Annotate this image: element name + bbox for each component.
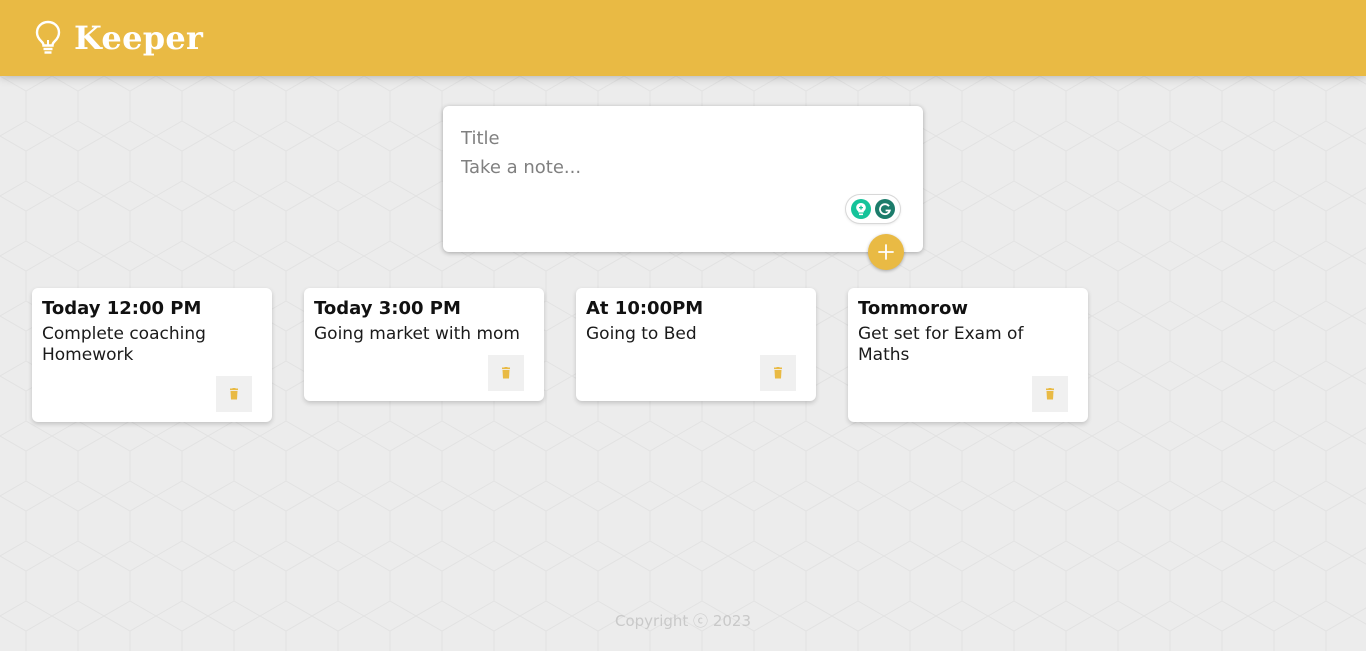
note-title: Today 3:00 PM bbox=[314, 298, 461, 319]
app-title: Keeper bbox=[74, 19, 204, 57]
trash-icon bbox=[1046, 388, 1054, 400]
lightbulb-badge-icon[interactable] bbox=[851, 199, 871, 219]
plus-icon bbox=[878, 244, 894, 260]
note-content-input[interactable] bbox=[461, 157, 901, 217]
title-input[interactable] bbox=[461, 126, 901, 150]
app-header: Keeper bbox=[0, 0, 1366, 76]
note-title: Today 12:00 PM bbox=[42, 298, 202, 319]
note-content: Complete coaching Homework bbox=[42, 324, 206, 365]
lightbulb-icon bbox=[34, 20, 62, 56]
note-content: Going to Bed bbox=[586, 324, 697, 344]
note-content: Going market with mom bbox=[314, 324, 520, 344]
note-content: Get set for Exam of Maths bbox=[858, 324, 1024, 365]
trash-icon bbox=[774, 367, 782, 379]
copyright-text: Copyright ⓒ 2023 bbox=[614, 612, 751, 630]
trash-icon bbox=[502, 367, 510, 379]
grammarly-icon[interactable] bbox=[875, 199, 895, 219]
add-note-button[interactable] bbox=[868, 234, 904, 270]
note-title: Tommorow bbox=[858, 298, 969, 319]
grammarly-widget[interactable] bbox=[846, 195, 900, 223]
delete-note-button[interactable] bbox=[488, 355, 524, 391]
note-card: Today 12:00 PM Complete coaching Homewor… bbox=[32, 288, 272, 422]
trash-icon bbox=[230, 388, 238, 400]
note-card: Tommorow Get set for Exam of Maths bbox=[848, 288, 1088, 422]
delete-note-button[interactable] bbox=[760, 355, 796, 391]
page-footer: Copyright ⓒ 2023 bbox=[0, 610, 1366, 631]
note-card: At 10:00PM Going to Bed bbox=[576, 288, 816, 401]
note-composer bbox=[443, 106, 923, 252]
note-title: At 10:00PM bbox=[586, 298, 704, 319]
note-card: Today 3:00 PM Going market with mom bbox=[304, 288, 544, 401]
delete-note-button[interactable] bbox=[1032, 376, 1068, 412]
delete-note-button[interactable] bbox=[216, 376, 252, 412]
